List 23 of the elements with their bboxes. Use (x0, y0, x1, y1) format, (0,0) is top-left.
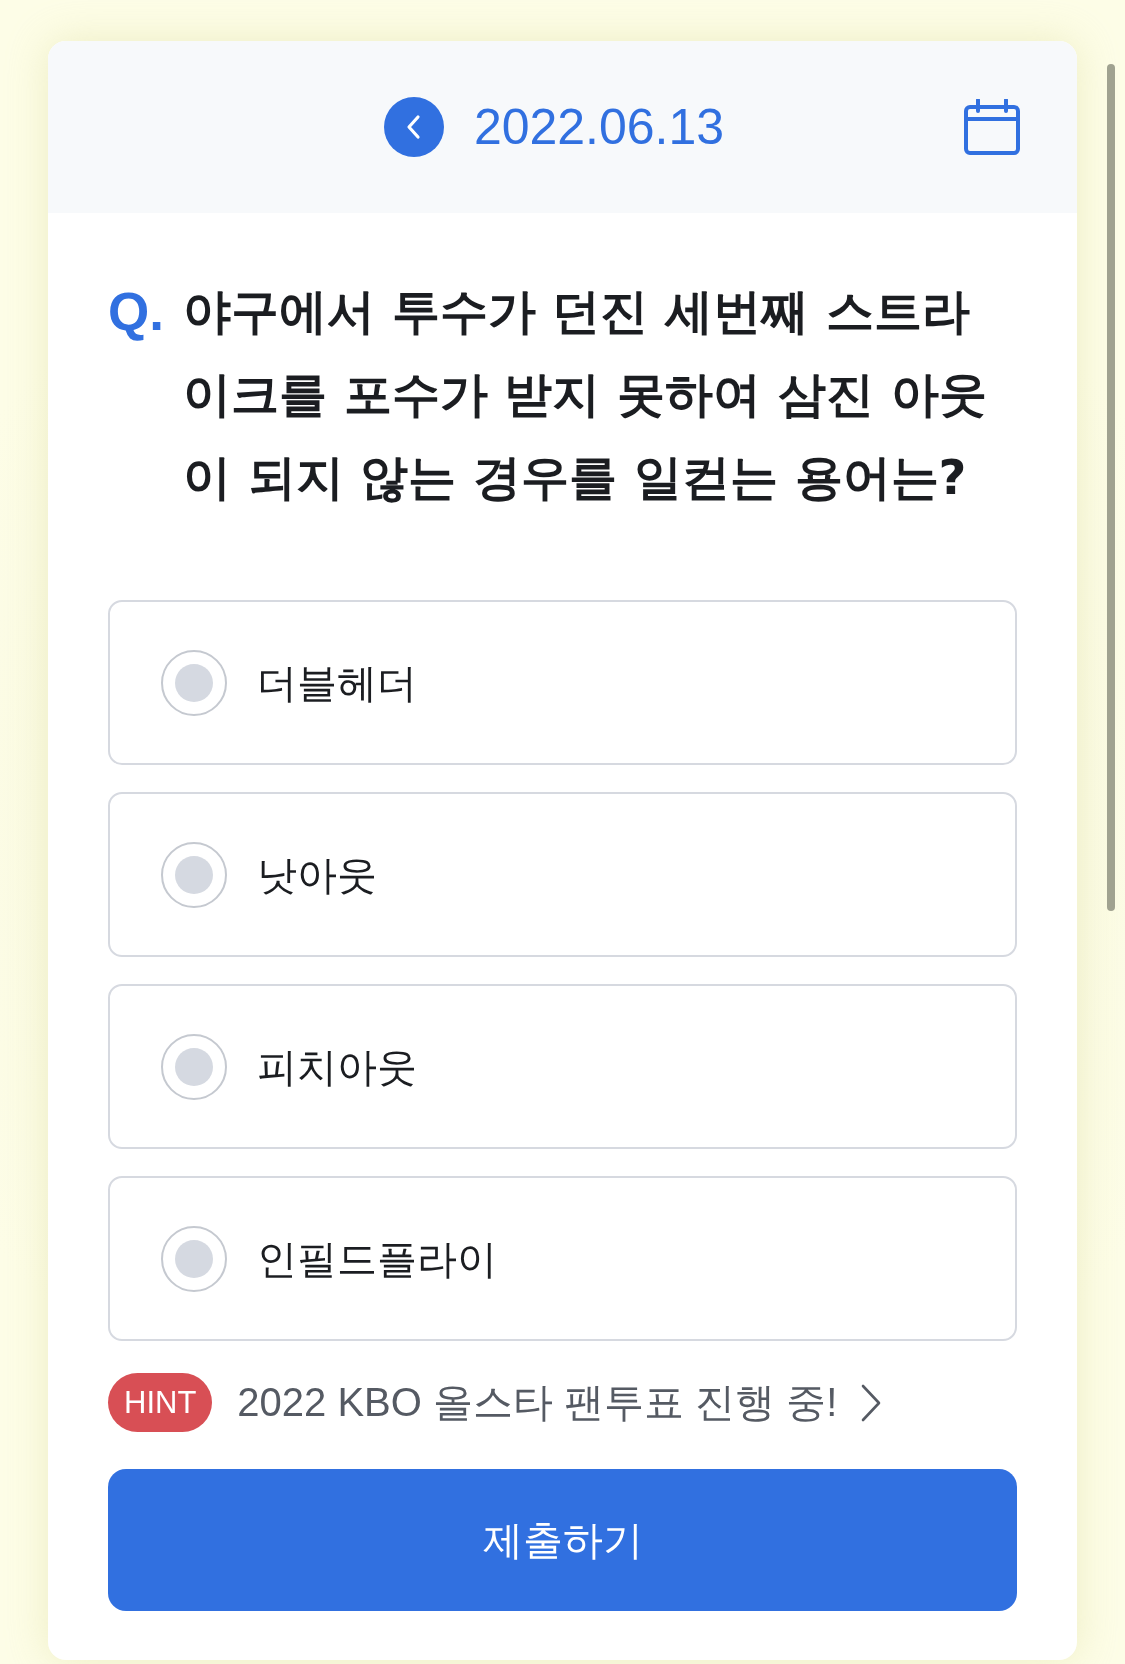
hint-link[interactable]: 2022 KBO 올스타 팬투표 진행 중! (237, 1375, 838, 1430)
scrollbar[interactable] (1107, 64, 1115, 911)
date-title: 2022.06.13 (473, 102, 725, 152)
answer-option[interactable]: 인필드플라이 (108, 1176, 1017, 1341)
submit-button[interactable]: 제출하기 (108, 1469, 1017, 1611)
option-label: 낫아웃 (257, 850, 377, 899)
hint-badge: HINT (108, 1373, 213, 1432)
chevron-left-icon (405, 114, 422, 140)
radio-button[interactable] (161, 649, 227, 716)
question-text: 야구에서 투수가 던진 세번째 스트라이크를 포수가 받지 못하여 삼진 아웃이 되지 않는 경우를 일컫는 용어는? (183, 282, 988, 507)
calendar-button[interactable] (964, 99, 1020, 155)
calendar-icon (964, 99, 1020, 155)
radio-button[interactable] (161, 1033, 227, 1100)
option-label: 더블헤더 (257, 658, 417, 707)
answer-option[interactable]: 피치아웃 (108, 984, 1017, 1149)
question-label: Q. (108, 281, 165, 343)
radio-button[interactable] (161, 841, 227, 908)
answer-option[interactable]: 낫아웃 (108, 792, 1017, 957)
option-label: 피치아웃 (257, 1042, 417, 1091)
option-label: 인필드플라이 (257, 1234, 497, 1283)
radio-button[interactable] (161, 1225, 227, 1292)
chevron-right-icon (861, 1383, 882, 1422)
answer-option[interactable]: 더블헤더 (108, 600, 1017, 765)
